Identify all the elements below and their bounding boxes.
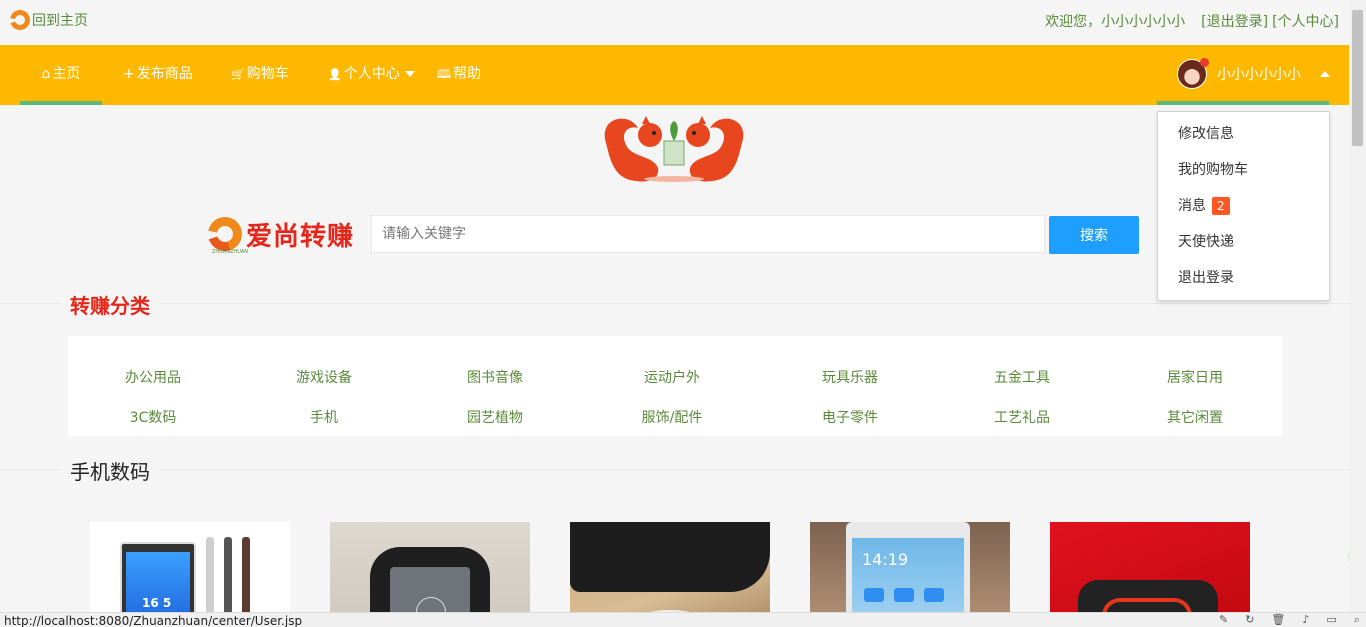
nav-item-label: 个人中心 (343, 66, 400, 82)
nav-item-label: 主页 (52, 66, 81, 82)
category-link[interactable]: 电子零件 (780, 407, 920, 427)
category-link[interactable]: 玩具乐器 (780, 367, 920, 387)
home-icon: ⌂ (41, 66, 51, 82)
browser-status-bar: http://localhost:8080/Zhuanzhuan/center/… (0, 612, 1366, 627)
section-divider (0, 469, 1349, 470)
user-icon: 👤 (328, 68, 342, 81)
welcome-text: 欢迎您，小小小小小小 (1045, 14, 1186, 30)
pin-icon[interactable]: ✎ (1219, 613, 1228, 627)
nav-item-home[interactable]: ⌂ 主页 (20, 45, 102, 105)
category-link[interactable]: 其它闲置 (1125, 407, 1265, 427)
scrollbar-thumb[interactable] (1352, 10, 1363, 146)
category-link[interactable]: 五金工具 (952, 367, 1092, 387)
welcome-area: 欢迎您，小小小小小小 [退出登录] [个人中心] (1045, 11, 1339, 31)
brand-logo: 爱尚转赚 ZHUANZHUAN (208, 212, 370, 256)
cart-icon: 🛒 (231, 68, 245, 81)
chevron-up-icon (1320, 71, 1330, 77)
home-link[interactable]: 回到主页 (10, 10, 88, 30)
phones-section-title: 手机数码 (60, 456, 160, 485)
nav-item-label: 帮助 (453, 66, 482, 82)
book-icon: 🕮 (437, 67, 452, 81)
product-phone-clock: 14:19 (862, 550, 909, 569)
trash-icon[interactable]: 🗑 (1271, 613, 1285, 627)
user-dropdown-menu: 修改信息 我的购物车 消息 2 天使快递 退出登录 (1157, 111, 1330, 301)
nav-item-label: 购物车 (246, 66, 289, 82)
window-icon[interactable]: ▭ (1326, 613, 1336, 627)
top-center-link[interactable]: [个人中心] (1272, 11, 1339, 31)
nav-item-personal-center[interactable]: 👤 个人中心 (328, 45, 415, 105)
user-name: 小小小小小小 (1217, 67, 1301, 83)
main-navbar: ⌂ 主页 + 发布商品 🛒 购物车 👤 个人中心 🕮 帮助 小小小小小小 (0, 45, 1349, 105)
menu-item-edit-info[interactable]: 修改信息 (1158, 116, 1329, 152)
avatar (1177, 58, 1209, 89)
message-count-badge: 2 (1212, 197, 1230, 215)
brand-name: 爱尚转赚 (246, 221, 355, 252)
category-link[interactable]: 游戏设备 (254, 367, 394, 387)
menu-item-angel-express[interactable]: 天使快递 (1158, 224, 1329, 260)
refresh-icon[interactable]: ↻ (1245, 613, 1254, 627)
product-phone-clock: 16 5 (142, 596, 172, 610)
squirrel-mascot-logo (604, 116, 744, 182)
section-divider (0, 303, 1349, 304)
brand-logo-icon (208, 217, 242, 251)
home-link-label: 回到主页 (32, 13, 88, 29)
site-logo-icon (10, 10, 30, 30)
categories-section-title: 转赚分类 (60, 290, 160, 319)
plus-icon: + (123, 66, 135, 82)
menu-item-my-cart[interactable]: 我的购物车 (1158, 152, 1329, 188)
status-url: http://localhost:8080/Zhuanzhuan/center/… (4, 614, 303, 627)
category-link[interactable]: 工艺礼品 (952, 407, 1092, 427)
user-menu-toggle[interactable]: 小小小小小小 (1157, 45, 1330, 105)
sound-icon[interactable]: ♪ (1302, 613, 1309, 627)
category-link[interactable]: 图书音像 (425, 367, 565, 387)
search-button[interactable]: 搜索 (1049, 216, 1139, 254)
top-bar: 回到主页 欢迎您，小小小小小小 [退出登录] [个人中心] (0, 0, 1349, 42)
zoom-icon[interactable]: ⌕ (1354, 613, 1360, 627)
nav-item-cart[interactable]: 🛒 购物车 (231, 45, 289, 105)
nav-item-publish[interactable]: + 发布商品 (123, 45, 193, 105)
menu-item-logout[interactable]: 退出登录 (1158, 260, 1329, 296)
vertical-scrollbar[interactable] (1349, 0, 1366, 612)
category-link[interactable]: 手机 (254, 407, 394, 427)
brand-subtitle: ZHUANZHUAN (212, 249, 249, 255)
category-link[interactable]: 运动户外 (602, 367, 742, 387)
menu-item-messages[interactable]: 消息 2 (1158, 188, 1329, 224)
search-input[interactable] (371, 215, 1045, 253)
top-logout-link[interactable]: [退出登录] (1201, 11, 1268, 31)
nav-item-label: 发布商品 (136, 66, 193, 82)
category-link[interactable]: 园艺植物 (425, 407, 565, 427)
category-panel: 办公用品 游戏设备 图书音像 运动户外 玩具乐器 五金工具 居家日用 3C数码 … (68, 336, 1282, 436)
category-link[interactable]: 服饰/配件 (602, 407, 742, 427)
nav-item-help[interactable]: 🕮 帮助 (437, 45, 481, 105)
category-link[interactable]: 居家日用 (1125, 367, 1265, 387)
category-link[interactable]: 3C数码 (83, 407, 223, 427)
chevron-down-icon (404, 71, 415, 77)
category-link[interactable]: 办公用品 (83, 367, 223, 387)
